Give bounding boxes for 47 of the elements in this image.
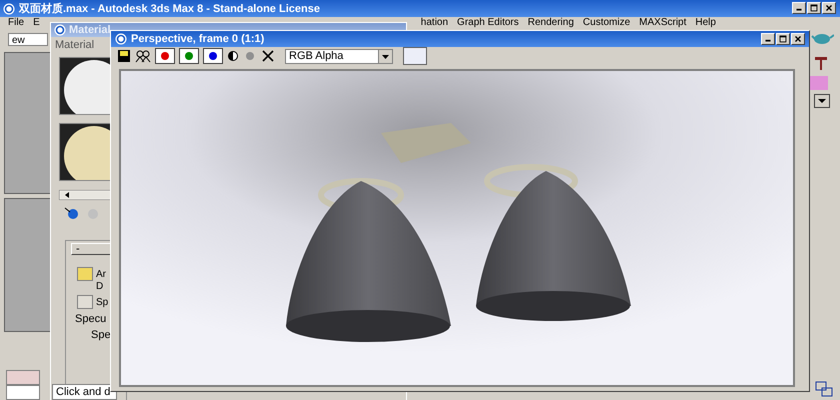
color-label: D <box>96 281 104 292</box>
map-button[interactable] <box>77 267 93 281</box>
horizontal-scrollbar[interactable] <box>59 190 111 200</box>
minimize-button[interactable] <box>792 2 806 14</box>
channel-toggle[interactable] <box>155 48 175 64</box>
app-logo-icon <box>3 2 15 14</box>
dot-icon[interactable] <box>243 50 257 62</box>
save-icon[interactable] <box>117 49 131 63</box>
material-sample-slot[interactable] <box>59 123 113 181</box>
clone-icon[interactable] <box>135 49 151 63</box>
window-title: Perspective, frame 0 (1:1) <box>131 33 264 45</box>
half-circle-icon[interactable] <box>227 50 239 62</box>
color-swatch[interactable] <box>810 76 828 90</box>
maximize-button[interactable] <box>776 33 790 45</box>
menu-item[interactable]: hation <box>420 17 458 29</box>
channel-toggle[interactable] <box>203 48 223 64</box>
group-label: Specu <box>75 313 106 325</box>
menu-item[interactable]: Rendering <box>528 17 583 29</box>
menu-item[interactable]: MAXScript <box>639 17 696 29</box>
menu-item[interactable]: Customize <box>582 17 640 29</box>
app-logo-icon <box>115 33 127 45</box>
spinner-label: Spe <box>91 329 111 341</box>
map-button[interactable] <box>77 295 93 309</box>
clear-icon[interactable] <box>261 49 275 63</box>
minimize-button[interactable] <box>761 33 775 45</box>
close-button[interactable] <box>822 2 836 14</box>
window-title: 双面材质.max - Autodesk 3ds Max 8 - Stand-alone License <box>19 2 320 16</box>
material-sample-slot[interactable] <box>59 57 113 115</box>
channel-toggle[interactable] <box>179 48 199 64</box>
view-field[interactable]: ew <box>8 33 48 46</box>
color-swatch[interactable] <box>6 370 40 385</box>
color-swatch[interactable] <box>6 385 40 400</box>
channel-dropdown[interactable]: RGB Alpha <box>285 48 393 64</box>
window-title: Material <box>69 24 111 36</box>
menu-item[interactable]: Graph Editors <box>457 17 528 29</box>
menu-item[interactable]: Help <box>695 17 725 29</box>
close-button[interactable] <box>791 33 805 45</box>
maximize-button[interactable] <box>807 2 821 14</box>
menu-item[interactable]: E <box>33 17 49 29</box>
rollout-toggle[interactable]: - <box>71 243 111 255</box>
status-prompt: Click and d <box>52 384 117 400</box>
viewport-icon[interactable] <box>814 380 834 398</box>
color-swatch[interactable] <box>403 47 427 65</box>
menu-item[interactable]: File <box>8 17 34 29</box>
color-label: Ar <box>96 268 106 280</box>
menu-item[interactable]: Material <box>55 39 94 51</box>
color-label: Sp <box>96 296 108 308</box>
